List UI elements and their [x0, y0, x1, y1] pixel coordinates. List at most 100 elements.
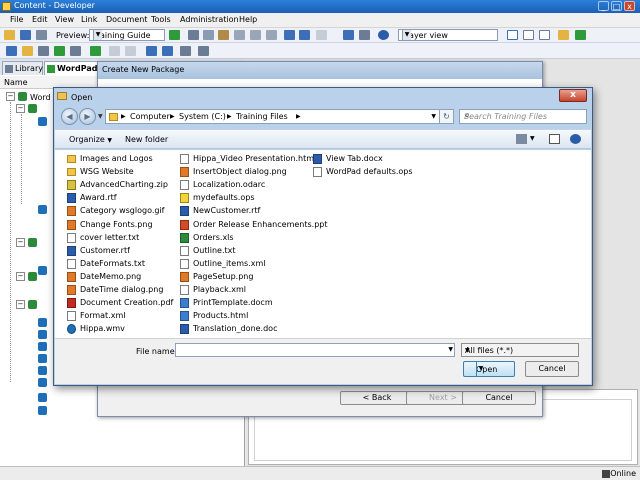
- breadcrumb-folder[interactable]: Training Files: [236, 112, 288, 121]
- refresh-icon[interactable]: [575, 30, 586, 40]
- app-titlebar: Content - Developer _ □ x: [0, 0, 640, 13]
- tab-library[interactable]: Library: [2, 61, 43, 75]
- layout-view-icon[interactable]: [507, 30, 518, 40]
- redo-icon[interactable]: [299, 30, 310, 40]
- add-link-icon[interactable]: [90, 46, 101, 56]
- media-file-icon: [67, 324, 76, 335]
- file-type-select[interactable]: All files (*.*) ▼: [461, 343, 579, 357]
- spell-check-icon[interactable]: [343, 30, 354, 40]
- img-file-icon: [67, 219, 76, 230]
- tab-wordpad[interactable]: WordPad: [44, 61, 100, 75]
- preview-select[interactable]: Training Guide ▼: [89, 29, 165, 41]
- search-icon[interactable]: ⌕: [464, 111, 583, 121]
- topic-icon: [38, 330, 47, 339]
- change-view-icon[interactable]: [516, 134, 527, 144]
- move-down-icon[interactable]: [125, 46, 136, 56]
- back-arrow-icon[interactable]: ◀: [61, 108, 78, 125]
- delete-icon[interactable]: [234, 30, 245, 40]
- link-icon[interactable]: [316, 30, 327, 40]
- run-preview-icon[interactable]: [169, 30, 180, 40]
- close-app-button[interactable]: x: [624, 1, 635, 11]
- chevron-down-icon[interactable]: ▼: [448, 346, 453, 353]
- check-in-icon[interactable]: [54, 46, 65, 56]
- img-file-icon: [67, 285, 76, 295]
- open-dialog-title: Open: [71, 93, 93, 102]
- organize-button[interactable]: Organize ▼: [69, 135, 112, 144]
- chevron-down-icon[interactable]: ▼: [530, 135, 535, 142]
- split-view-icon[interactable]: [523, 30, 534, 40]
- save-icon[interactable]: [20, 30, 31, 40]
- help-icon[interactable]: [570, 134, 581, 144]
- xls-file-icon: [180, 232, 189, 243]
- player-view-select[interactable]: Player view ▼: [398, 29, 498, 41]
- tree-expander[interactable]: −: [16, 238, 25, 247]
- path-breadcrumb[interactable]: ▶ Computer ▶ System (C:) ▶ Training File…: [105, 109, 440, 124]
- minimize-button[interactable]: _: [598, 1, 609, 11]
- app-icon: [2, 2, 11, 11]
- move-up-icon[interactable]: [109, 46, 120, 56]
- doc-file-icon: [67, 232, 76, 243]
- new-document-icon[interactable]: [6, 46, 17, 56]
- file-name: Images and Logos: [80, 154, 153, 163]
- binoculars-icon[interactable]: [359, 30, 370, 40]
- img-file-icon: [180, 271, 189, 282]
- new-folder-button[interactable]: New folder: [125, 135, 168, 144]
- recent-locations-icon[interactable]: ▼: [98, 113, 103, 120]
- open-button[interactable]: Open ▼: [463, 361, 515, 377]
- tree-expander[interactable]: −: [16, 272, 25, 281]
- tree-root-label[interactable]: Word: [30, 93, 51, 102]
- tree-expander[interactable]: −: [6, 92, 15, 101]
- forward-arrow-icon[interactable]: ▶: [79, 108, 96, 125]
- outline-view-icon[interactable]: [539, 30, 550, 40]
- tree-expander[interactable]: −: [16, 300, 25, 309]
- file-name: Orders.xls: [193, 232, 234, 242]
- refresh-icon[interactable]: ↻: [440, 109, 454, 124]
- indent-icon[interactable]: [146, 46, 157, 56]
- preview-pane-icon[interactable]: [549, 134, 560, 144]
- menu-file[interactable]: File: [10, 15, 23, 24]
- cut-icon[interactable]: [188, 30, 199, 40]
- menu-help[interactable]: Help: [239, 15, 257, 24]
- back-button[interactable]: < Back: [340, 391, 414, 405]
- properties-icon[interactable]: [250, 30, 261, 40]
- topic-icon: [38, 378, 47, 387]
- details-icon[interactable]: [198, 46, 209, 56]
- menu-edit[interactable]: Edit: [32, 15, 48, 24]
- menu-view[interactable]: View: [55, 15, 74, 24]
- close-dialog-button[interactable]: x: [559, 89, 587, 102]
- file-name: Products.html: [193, 311, 249, 321]
- folder-icon: [109, 113, 118, 121]
- copy-icon[interactable]: [203, 30, 214, 40]
- outdent-icon[interactable]: [162, 46, 173, 56]
- breadcrumb-separator: ▶: [296, 113, 301, 120]
- cancel-button[interactable]: Cancel: [525, 361, 579, 377]
- maximize-button[interactable]: □: [611, 1, 622, 11]
- breadcrumb-drive[interactable]: System (C:): [179, 112, 226, 121]
- chevron-down-icon[interactable]: ▼: [431, 113, 436, 120]
- section-icon: [28, 238, 37, 247]
- search-input[interactable]: Search Training Files ⌕: [459, 109, 587, 124]
- import-icon[interactable]: [38, 46, 49, 56]
- tree-expander[interactable]: −: [16, 104, 25, 113]
- breadcrumb-separator: ▶: [121, 113, 126, 120]
- chevron-down-icon[interactable]: ▼: [476, 362, 485, 376]
- check-out-icon[interactable]: [70, 46, 81, 56]
- print-icon[interactable]: [36, 30, 47, 40]
- menu-administration[interactable]: Administration: [180, 15, 239, 24]
- menu-link[interactable]: Link: [81, 15, 97, 24]
- file-name: DateTime dialog.png: [80, 285, 164, 294]
- open-folder-icon[interactable]: [4, 30, 15, 40]
- help-icon[interactable]: [378, 30, 389, 40]
- package-cancel-button[interactable]: Cancel: [462, 391, 536, 405]
- rename-icon[interactable]: [180, 46, 191, 56]
- publish-icon[interactable]: [558, 30, 569, 40]
- file-name-input[interactable]: ▼: [175, 343, 455, 357]
- paste-icon[interactable]: [218, 30, 229, 40]
- breadcrumb-computer[interactable]: Computer: [130, 112, 170, 121]
- find-icon[interactable]: [266, 30, 277, 40]
- menu-tools[interactable]: Tools: [151, 15, 171, 24]
- menu-document[interactable]: Document: [106, 15, 147, 24]
- new-folder-icon[interactable]: [22, 46, 33, 56]
- check-icon: [47, 65, 55, 73]
- undo-icon[interactable]: [284, 30, 295, 40]
